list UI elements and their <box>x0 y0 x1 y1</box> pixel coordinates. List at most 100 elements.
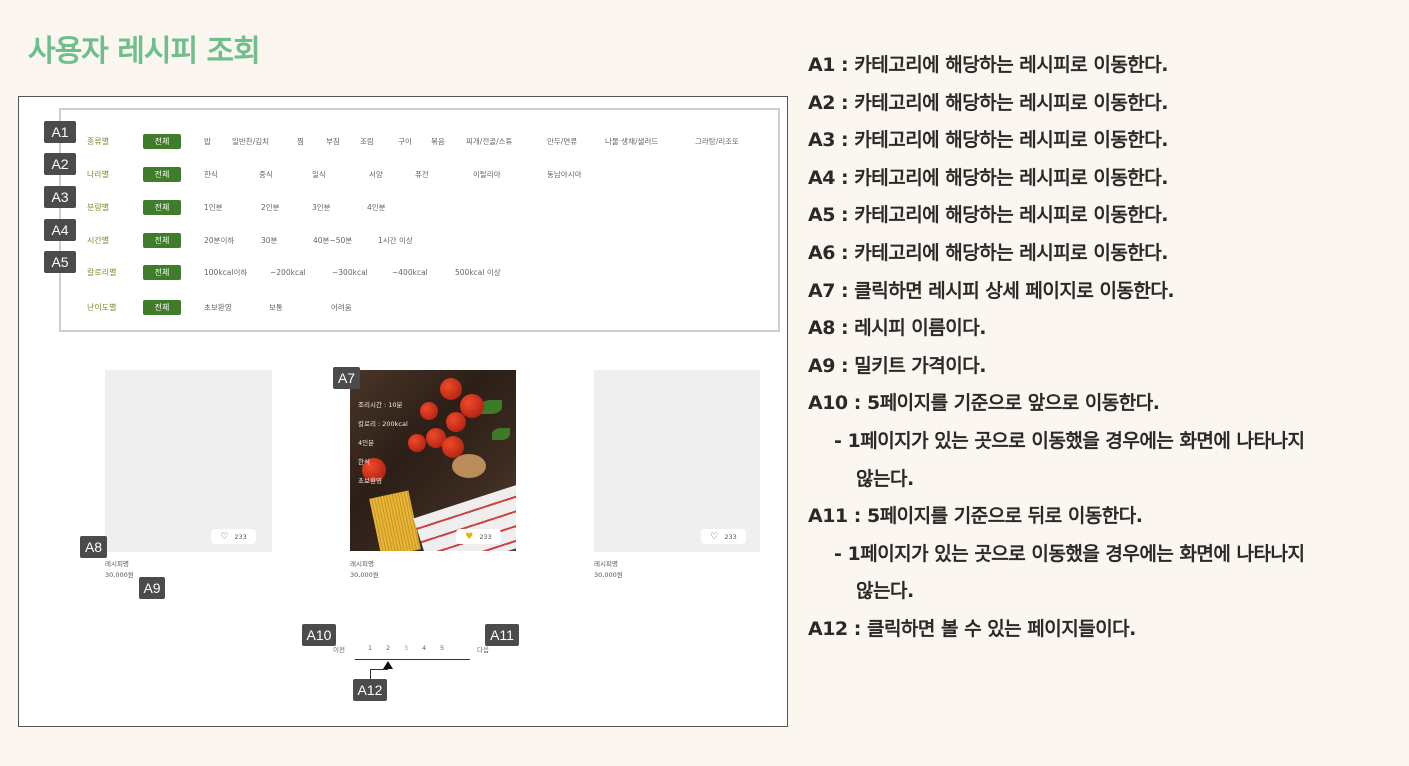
filter-label: 시간별 <box>87 235 110 245</box>
like-count-1[interactable]: ♡ 233 <box>211 529 256 544</box>
filter-option[interactable]: 동남아시아 <box>547 169 582 180</box>
badge-a8: A8 <box>80 536 107 558</box>
badge-a5: A5 <box>44 251 76 273</box>
recipe-name[interactable]: 레시피명 <box>594 559 623 570</box>
recipe-info-2: 레시피명 30,000원 <box>350 559 379 581</box>
annotation-line: A6 : 카테고리에 해당하는 레시피로 이동한다. <box>808 241 1168 264</box>
recipe-card-image-3[interactable] <box>594 370 760 552</box>
like-count-3[interactable]: ♡ 233 <box>701 529 746 544</box>
page-link-1[interactable]: 1 <box>368 644 372 652</box>
recipe-price: 30,000원 <box>594 571 623 579</box>
recipe-name[interactable]: 레시피명 <box>105 559 134 570</box>
page-link-4[interactable]: 4 <box>422 644 426 652</box>
badge-a11: A11 <box>485 624 519 646</box>
filter-option[interactable]: 한식 <box>204 169 218 180</box>
filter-option[interactable]: 퓨전 <box>415 169 429 180</box>
annotation-line: - 1페이지가 있는 곳으로 이동했을 경우에는 화면에 나타나지 <box>834 429 1305 452</box>
filter-option[interactable]: 찌개/전골/스튜 <box>466 136 512 147</box>
filter-option[interactable]: 20분이하 <box>204 235 234 246</box>
filter-option[interactable]: 1시간 이상 <box>378 235 413 246</box>
filter-option[interactable]: 그라탕/리조또 <box>695 136 739 147</box>
filter-row: 종류별 전체 밥 일반찬/김치 찜 부침 조림 구이 볶음 찌개/전골/스튜 만두/면류 나물·생채/… <box>61 133 778 149</box>
page-title: 사용자 레시피 조회 <box>28 34 261 69</box>
filter-all-button[interactable]: 전체 <box>143 166 181 182</box>
annotation-line: A11 : 5페이지를 기준으로 뒤로 이동한다. <box>808 505 1143 528</box>
filter-option[interactable]: 중식 <box>259 169 273 180</box>
filter-option[interactable]: 40분~50분 <box>313 235 352 246</box>
annotation-line: - 1페이지가 있는 곳으로 이동했을 경우에는 화면에 나타나지 <box>834 542 1305 565</box>
filter-all-button[interactable]: 전체 <box>143 264 181 280</box>
filter-option[interactable]: 어려움 <box>331 302 352 313</box>
badge-a7: A7 <box>333 367 360 389</box>
annotation-line: A1 : 카테고리에 해당하는 레시피로 이동한다. <box>808 54 1168 76</box>
filter-option[interactable]: 볶음 <box>431 136 445 147</box>
filter-option[interactable]: 30분 <box>261 235 277 246</box>
annotation-line: 않는다. <box>856 467 914 490</box>
filter-label: 난이도별 <box>87 302 117 312</box>
filter-row: 칼로리별 전체 100kcal이하 ~200kcal ~300kcal ~400kcal 5… <box>61 264 778 280</box>
filter-option[interactable]: 부침 <box>326 136 340 147</box>
filter-option[interactable]: 초보환영 <box>204 302 232 313</box>
filter-row: 시간별 전체 20분이하 30분 40분~50분 1시간 이상 <box>61 232 778 248</box>
page-link-2[interactable]: 2 <box>386 644 390 652</box>
annotation-line: A12 : 클릭하면 볼 수 있는 페이지들이다. <box>808 617 1136 640</box>
filter-all-button[interactable]: 전체 <box>143 133 181 149</box>
filter-option[interactable]: 구이 <box>398 136 412 147</box>
recipe-info-1: 레시피명 30,000원 <box>105 559 134 581</box>
filter-option[interactable]: 나물·생채/샐러드 <box>605 136 658 147</box>
badge-a12: A12 <box>353 679 387 701</box>
annotation-line: A10 : 5페이지를 기준으로 앞으로 이동한다. <box>808 392 1160 415</box>
badge-a4: A4 <box>44 219 76 241</box>
heart-icon[interactable]: ♡ <box>710 532 718 542</box>
filter-row: 분량별 전체 1인분 2인분 3인분 4인분 <box>61 199 778 215</box>
recipe-price: 30,000원 <box>105 571 134 579</box>
filter-option[interactable]: ~200kcal <box>270 268 306 277</box>
filter-option[interactable]: 서양 <box>369 169 383 180</box>
filter-option[interactable]: 2인분 <box>261 202 280 213</box>
filter-option[interactable]: 보통 <box>269 302 283 313</box>
filter-option[interactable]: 조림 <box>360 136 374 147</box>
filter-option[interactable]: 일식 <box>312 169 326 180</box>
pointer-arrow-icon <box>383 661 393 669</box>
annotation-line: A4 : 카테고리에 해당하는 레시피로 이동한다. <box>808 166 1168 189</box>
recipe-detail-overlay: 조리시간 : 10분 칼로리 : 200kcal 4인분 한식 초보환영 <box>358 401 408 485</box>
like-count-2[interactable]: ♥ 233 <box>456 529 501 544</box>
badge-a2: A2 <box>44 153 76 175</box>
filter-all-button[interactable]: 전체 <box>143 299 181 315</box>
recipe-name[interactable]: 레시피명 <box>350 559 379 570</box>
recipe-card-image-2[interactable]: 조리시간 : 10분 칼로리 : 200kcal 4인분 한식 초보환영 ♥ 2… <box>350 370 516 551</box>
filter-option[interactable]: 밥 <box>204 136 211 147</box>
filter-option[interactable]: 500kcal 이상 <box>455 267 501 278</box>
filter-option[interactable]: 이탈리아 <box>473 169 501 180</box>
filter-all-button[interactable]: 전체 <box>143 232 181 248</box>
filter-option[interactable]: 100kcal이하 <box>204 267 247 278</box>
page-link-3[interactable]: 3 <box>404 644 408 652</box>
page-link-5[interactable]: 5 <box>440 644 444 652</box>
filter-row: 난이도별 전체 초보환영 보통 어려움 <box>61 299 778 315</box>
annotation-line: A8 : 레시피 이름이다. <box>808 317 986 340</box>
recipe-card-image-1[interactable] <box>105 370 272 552</box>
badge-a1: A1 <box>44 121 76 143</box>
filter-option[interactable]: ~400kcal <box>392 268 428 277</box>
badge-a10: A10 <box>302 624 336 646</box>
recipe-info-3: 레시피명 30,000원 <box>594 559 623 581</box>
annotation-line: A2 : 카테고리에 해당하는 레시피로 이동한다. <box>808 91 1168 114</box>
filter-all-button[interactable]: 전체 <box>143 199 181 215</box>
heart-icon[interactable]: ♡ <box>220 532 228 542</box>
annotation-line: A3 : 카테고리에 해당하는 레시피로 이동한다. <box>808 129 1168 152</box>
badge-a9: A9 <box>139 577 165 599</box>
filter-option[interactable]: 만두/면류 <box>547 136 577 147</box>
filter-option[interactable]: 3인분 <box>312 202 331 213</box>
category-filter-panel: 종류별 전체 밥 일반찬/김치 찜 부침 조림 구이 볶음 찌개/전골/스튜 만두/면류 나물·생채/… <box>59 108 780 332</box>
annotation-list: A1 : 카테고리에 해당하는 레시피로 이동한다. A2 : 카테고리에 해당하… <box>808 53 1398 655</box>
heart-filled-icon[interactable]: ♥ <box>465 532 473 542</box>
wireframe-mockup: 종류별 전체 밥 일반찬/김치 찜 부침 조림 구이 볶음 찌개/전골/스튜 만두/면류 나물·생채/… <box>18 96 788 727</box>
filter-option[interactable]: 1인분 <box>204 202 223 213</box>
filter-label: 분량별 <box>87 202 110 212</box>
filter-option[interactable]: 4인분 <box>367 202 386 213</box>
filter-option[interactable]: ~300kcal <box>332 268 368 277</box>
filter-label: 나라별 <box>87 169 110 179</box>
filter-option[interactable]: 찜 <box>297 136 304 147</box>
annotation-line: A7 : 클릭하면 레시피 상세 페이지로 이동한다. <box>808 279 1175 302</box>
filter-option[interactable]: 일반찬/김치 <box>232 136 269 147</box>
